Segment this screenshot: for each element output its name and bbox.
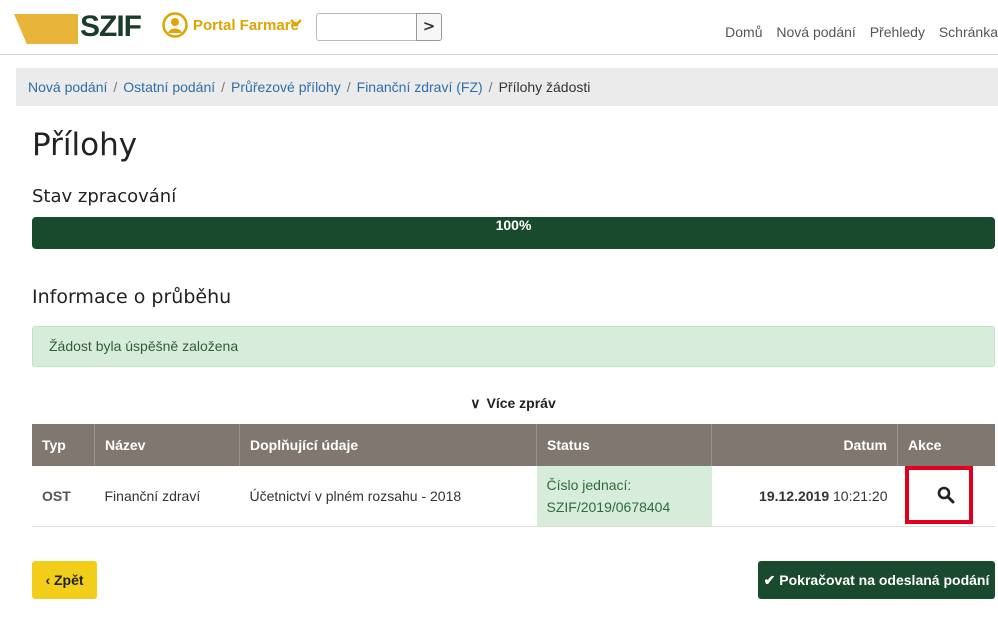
continue-button-label: Pokračovat na odeslaná podání bbox=[779, 572, 990, 588]
datum-time: 10:21:20 bbox=[833, 488, 888, 504]
nav-item-prehledy[interactable]: Přehledy bbox=[870, 24, 925, 40]
breadcrumb-separator: / bbox=[113, 79, 118, 95]
breadcrumb-separator: / bbox=[221, 79, 226, 95]
progress-label: 100% bbox=[495, 217, 532, 233]
more-messages-toggle[interactable]: ∨ Více zpráv bbox=[0, 395, 998, 412]
chevron-down-icon: ∨ bbox=[470, 395, 481, 411]
success-alert: Žádost byla úspěšně založena bbox=[32, 326, 995, 367]
status-label: Číslo jednací: bbox=[546, 477, 632, 493]
status-reference: SZIF/2019/0678404 bbox=[546, 499, 671, 515]
cell-doplnujici-udaje: Účetnictví v plném rozsahu - 2018 bbox=[239, 466, 537, 527]
breadcrumb-link-financni-zdravi[interactable]: Finanční zdraví (FZ) bbox=[357, 79, 483, 95]
nav-item-domu[interactable]: Domů bbox=[725, 24, 762, 40]
col-status: Status bbox=[536, 424, 712, 466]
col-nazev: Název bbox=[94, 424, 240, 466]
progress-bar: 100% bbox=[32, 217, 995, 249]
szif-logo-graphic bbox=[14, 14, 78, 44]
portal-farmare-menu[interactable]: Portal Farmare bbox=[193, 17, 299, 34]
table-row: OST Finanční zdraví Účetnictví v plném r… bbox=[32, 466, 995, 527]
cell-typ: OST bbox=[32, 466, 95, 527]
cell-datum: 19.12.2019 10:21:20 bbox=[711, 466, 898, 527]
chevron-left-icon: ‹ bbox=[45, 572, 54, 588]
breadcrumb-separator: / bbox=[488, 79, 493, 95]
breadcrumb-link-nova-podani[interactable]: Nová podání bbox=[28, 79, 107, 95]
progress-heading: Stav zpracování bbox=[32, 186, 177, 207]
info-heading: Informace o průběhu bbox=[32, 286, 232, 308]
col-akce: Akce bbox=[897, 424, 995, 466]
breadcrumb-separator: / bbox=[346, 79, 351, 95]
col-datum: Datum bbox=[711, 424, 898, 466]
breadcrumb-current: Přílohy žádosti bbox=[498, 79, 591, 95]
szif-logo[interactable]: SZIF bbox=[80, 10, 142, 44]
highlight-box bbox=[905, 466, 973, 524]
nav-item-nova-podani[interactable]: Nová podání bbox=[776, 24, 855, 40]
cell-status: Číslo jednací: SZIF/2019/0678404 bbox=[536, 466, 712, 527]
search-submit-button[interactable]: > bbox=[416, 13, 442, 41]
top-header: SZIF Portal Farmare > Domů Nová podání P… bbox=[0, 0, 998, 55]
more-messages-label: Více zpráv bbox=[486, 395, 556, 411]
table-header-row: Typ Název Doplňující údaje Status Datum … bbox=[32, 424, 995, 466]
back-button[interactable]: ‹ Zpět bbox=[32, 561, 97, 599]
main-nav: Domů Nová podání Přehledy Schránka bbox=[715, 24, 998, 40]
user-icon[interactable] bbox=[162, 12, 188, 38]
datum-date: 19.12.2019 bbox=[759, 488, 830, 504]
cell-nazev: Finanční zdraví bbox=[94, 466, 240, 527]
chevron-down-icon[interactable] bbox=[288, 15, 304, 31]
continue-button[interactable]: ✔ Pokračovat na odeslaná podání bbox=[758, 561, 995, 599]
page-title: Přílohy bbox=[32, 127, 138, 163]
check-icon: ✔ bbox=[763, 572, 780, 588]
search-input[interactable] bbox=[316, 13, 416, 41]
breadcrumb-link-prurezove-prilohy[interactable]: Průřezové přílohy bbox=[231, 79, 341, 95]
breadcrumb-link-ostatni-podani[interactable]: Ostatní podání bbox=[123, 79, 215, 95]
col-doplnujici-udaje: Doplňující údaje bbox=[239, 424, 537, 466]
attachments-table: Typ Název Doplňující údaje Status Datum … bbox=[32, 424, 995, 527]
nav-item-schranka[interactable]: Schránka bbox=[939, 24, 998, 40]
breadcrumb: Nová podání / Ostatní podání / Průřezové pří… bbox=[16, 68, 998, 106]
back-button-label: Zpět bbox=[54, 572, 84, 588]
col-typ: Typ bbox=[32, 424, 95, 466]
